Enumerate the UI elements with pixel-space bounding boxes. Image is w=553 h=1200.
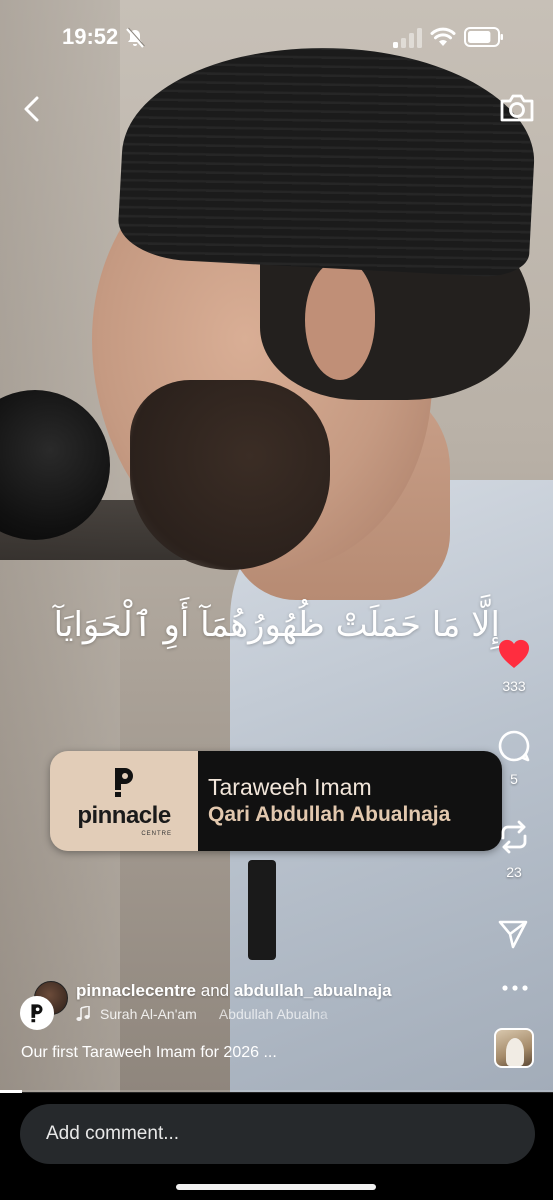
status-bar: 19:52 bbox=[0, 0, 553, 70]
banner-title: Taraweeh Imam bbox=[208, 774, 372, 800]
owner-avatar[interactable] bbox=[20, 996, 54, 1030]
home-indicator bbox=[176, 1184, 376, 1190]
owner-username[interactable]: pinnaclecentre bbox=[76, 981, 196, 1000]
audio-title: Surah Al-An'am bbox=[100, 1006, 197, 1022]
battery-icon bbox=[464, 27, 503, 47]
camera-button[interactable] bbox=[498, 90, 536, 126]
reciter-cap bbox=[116, 37, 540, 279]
status-time: 19:52 bbox=[62, 24, 119, 49]
chevron-left-icon bbox=[24, 96, 39, 122]
ellipsis-icon bbox=[502, 985, 528, 991]
audio-thumbnail-figure bbox=[506, 1038, 524, 1066]
like-count: 333 bbox=[502, 678, 526, 694]
banner-name: Qari Abdullah Abualnaja bbox=[208, 803, 451, 826]
heart-icon bbox=[498, 639, 530, 668]
reciter-beard bbox=[130, 380, 330, 570]
audio-row[interactable]: Surah Al-An'am Abdullah Abualna bbox=[76, 1006, 347, 1022]
back-button[interactable] bbox=[18, 92, 48, 126]
repost-arrows-icon bbox=[501, 820, 527, 854]
repost-count: 23 bbox=[506, 864, 522, 880]
music-note-icon bbox=[76, 1006, 90, 1021]
comment-count: 5 bbox=[510, 771, 518, 787]
audio-thumbnail[interactable] bbox=[494, 1028, 534, 1068]
lanyard bbox=[248, 860, 276, 960]
bell-off-icon bbox=[126, 27, 145, 48]
owners-joiner: and bbox=[200, 981, 230, 1000]
logo-mark-icon bbox=[115, 767, 133, 797]
reciter-ear bbox=[305, 260, 375, 380]
comment-button[interactable]: 5 bbox=[484, 729, 544, 787]
signal-icon bbox=[393, 28, 422, 48]
audio-artist: Abdullah Abualna bbox=[218, 1006, 328, 1022]
like-button[interactable]: 333 bbox=[484, 638, 544, 694]
logo-mark-icon bbox=[31, 1004, 43, 1023]
add-comment-placeholder: Add comment... bbox=[46, 1123, 180, 1144]
video-subtitle: إِلَّا مَا حَمَلَتْ ظُهُورُهُمَآ أَوِ ٱل… bbox=[53, 605, 500, 645]
collaborator-username[interactable]: abdullah_abualnaja bbox=[234, 981, 392, 1000]
wifi-icon bbox=[430, 27, 456, 46]
video-banner: pinnacle CENTRE Taraweeh Imam Qari Abdul… bbox=[50, 751, 502, 851]
post-caption[interactable]: Our first Taraweeh Imam for 2026 ... bbox=[21, 1044, 277, 1062]
logo-subtitle: CENTRE bbox=[141, 830, 172, 837]
share-button[interactable] bbox=[497, 918, 529, 950]
banner-text: Taraweeh Imam Qari Abdullah Abualnaja bbox=[198, 751, 502, 851]
post-owners[interactable]: pinnaclecentre and abdullah_abualnaja bbox=[76, 981, 392, 1001]
pinnacle-logo: pinnacle CENTRE bbox=[50, 751, 198, 851]
add-comment-input[interactable]: Add comment... bbox=[20, 1104, 535, 1164]
repost-button[interactable]: 23 bbox=[484, 818, 544, 880]
camera-icon bbox=[500, 94, 534, 122]
reel-video[interactable] bbox=[0, 0, 553, 1092]
paper-plane-icon bbox=[498, 920, 528, 949]
speech-bubble-icon bbox=[498, 730, 530, 762]
more-options-button[interactable] bbox=[500, 978, 530, 998]
logo-wordmark: pinnacle bbox=[77, 801, 171, 829]
